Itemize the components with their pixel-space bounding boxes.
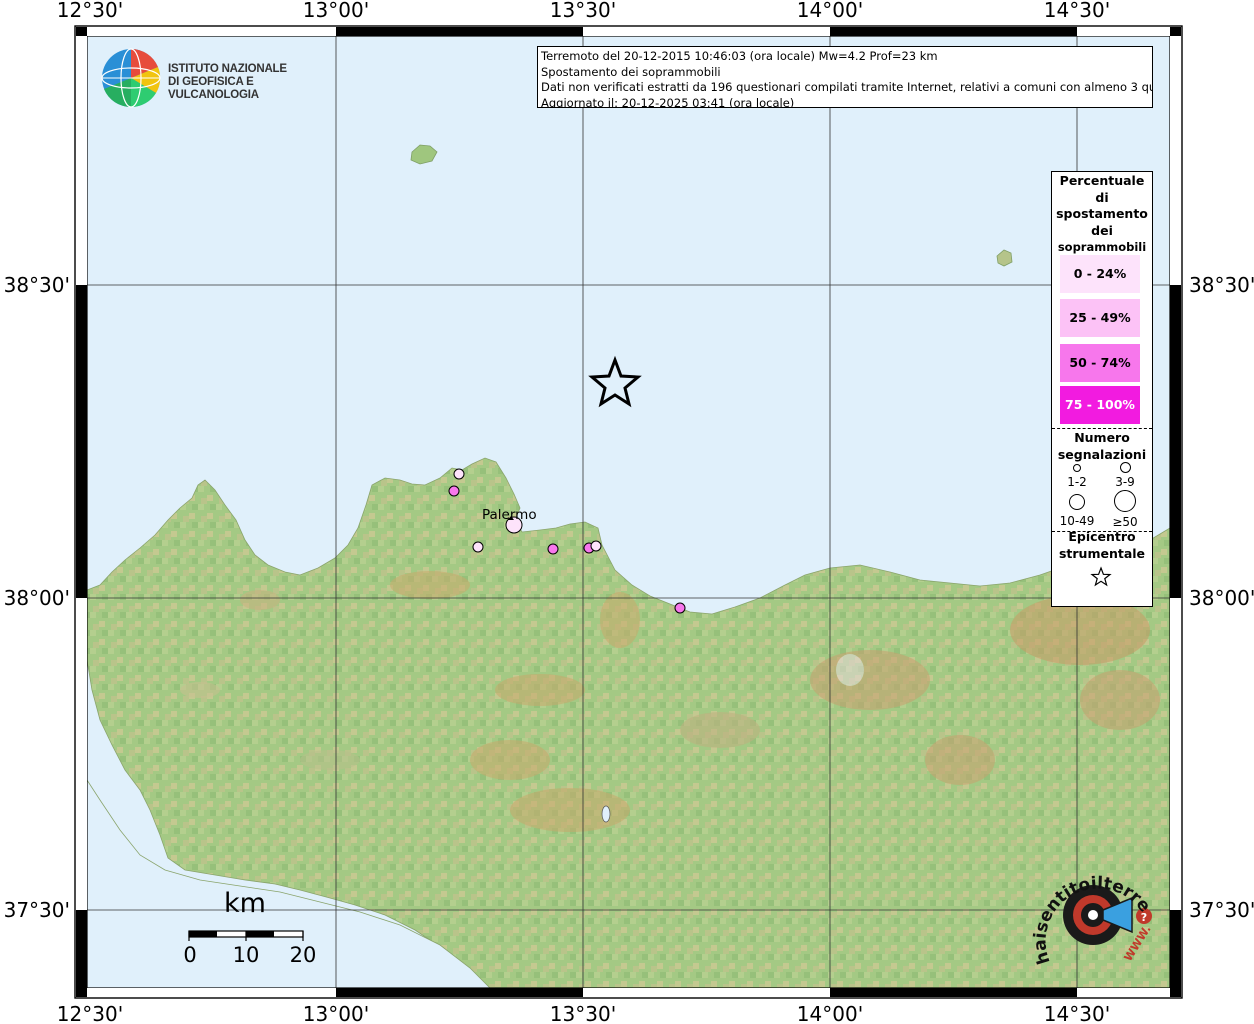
- lon-label: 13°30': [550, 1002, 616, 1024]
- lat-label: 37°30': [1189, 898, 1254, 922]
- lon-label: 14°00': [797, 0, 863, 22]
- legend-epi-title-2: strumentale: [1058, 545, 1146, 561]
- legend-count-1-2: 1-2: [1067, 475, 1087, 489]
- lon-label: 12°30': [57, 0, 123, 22]
- legend-count-title-2: segnalazioni: [1057, 446, 1147, 462]
- lon-label: 13°00': [303, 1002, 369, 1024]
- point-7[interactable]: [674, 602, 686, 614]
- hst-logo-www: WWW.: [1122, 923, 1154, 964]
- point-4[interactable]: [547, 543, 559, 555]
- legend-class-75-100: 75 - 100%: [1060, 386, 1140, 424]
- earthquake-info-box: Terremoto del 20-12-2015 10:46:03 (ora l…: [537, 46, 1153, 108]
- lon-label: 14°30': [1044, 1002, 1110, 1024]
- legend-count-3-9: 3-9: [1115, 475, 1135, 489]
- legend-count-10-49: 10-49: [1059, 514, 1095, 528]
- hst-logo-text: haisentitoilterremoto.it WWW.: [1028, 850, 1154, 967]
- legend-title-2: di: [1095, 189, 1109, 205]
- info-line-2: Spostamento dei soprammobili: [541, 64, 721, 79]
- lon-label: 12°30': [57, 1002, 123, 1024]
- point-3[interactable]: [472, 541, 484, 553]
- scale-label-10: 10: [232, 943, 260, 967]
- legend-title-1: Percentuale: [1059, 173, 1145, 188]
- info-line-3: Dati non verificati estratti da 196 ques…: [541, 80, 1153, 94]
- info-line-4: Aggiornato il: 20-12-2025 03:41 (ora loc…: [541, 95, 795, 108]
- scale-label-0: 0: [183, 943, 197, 967]
- legend-epi-title-1: Epicentro: [1068, 529, 1136, 544]
- legend-class-0-24: 0 - 24%: [1060, 255, 1140, 293]
- legend-circle-10-49: [1069, 494, 1085, 510]
- lat-label: 38°30': [1189, 273, 1254, 297]
- lon-labels-bottom: 12°30' 13°00' 13°30' 14°00' 14°30': [57, 1002, 1110, 1024]
- ingv-logo: ISTITUTO NAZIONALE DI GEOFISICA E VULCAN…: [100, 47, 320, 109]
- legend-circle-50: [1114, 490, 1136, 512]
- lat-label: 38°00': [1189, 586, 1254, 610]
- legend-circle-1-2: [1073, 464, 1081, 472]
- lat-label: 37°30': [4, 898, 70, 922]
- lon-label: 13°30': [550, 0, 616, 22]
- lon-labels-top: 12°30' 13°00' 13°30' 14°00' 14°30': [57, 0, 1110, 22]
- legend-circle-3-9: [1120, 462, 1131, 473]
- ingv-globe-icon: [101, 48, 161, 108]
- point-2[interactable]: [448, 485, 460, 497]
- lon-label: 14°30': [1044, 0, 1110, 22]
- lat-labels-right: 38°30' 38°00' 37°30': [1189, 273, 1254, 922]
- scale-label-20: 20: [289, 943, 317, 967]
- lake: [601, 805, 611, 823]
- legend: Percentuale di spostamento dei soprammob…: [1051, 171, 1153, 607]
- legend-star-icon: [1090, 566, 1112, 587]
- legend-class-25-49: 25 - 49%: [1060, 299, 1140, 337]
- legend-title-3: spostamento: [1056, 206, 1148, 221]
- legend-title-4: dei: [1091, 222, 1113, 238]
- lon-label: 13°00': [303, 0, 369, 22]
- logo-line-1: ISTITUTO NAZIONALE: [168, 63, 287, 75]
- point-1[interactable]: [453, 468, 465, 480]
- lat-label: 38°00': [4, 586, 70, 610]
- scale-title: km: [224, 888, 266, 919]
- lon-label: 14°00': [797, 1002, 863, 1024]
- lat-labels-left: 38°30' 38°00' 37°30': [4, 273, 70, 922]
- info-line-1: Terremoto del 20-12-2015 10:46:03 (ora l…: [541, 49, 938, 63]
- legend-count-50: ≥50: [1112, 515, 1138, 529]
- point-6[interactable]: [590, 540, 602, 552]
- legend-title-5: soprammobili: [1057, 240, 1147, 254]
- legend-count-title-1: Numero: [1074, 430, 1130, 445]
- palermo-label: Palermo: [482, 507, 537, 523]
- lat-label: 38°30': [4, 273, 70, 297]
- logo-line-2: DI GEOFISICA E VULCANOLOGIA: [168, 76, 259, 101]
- legend-class-50-74: 50 - 74%: [1060, 344, 1140, 382]
